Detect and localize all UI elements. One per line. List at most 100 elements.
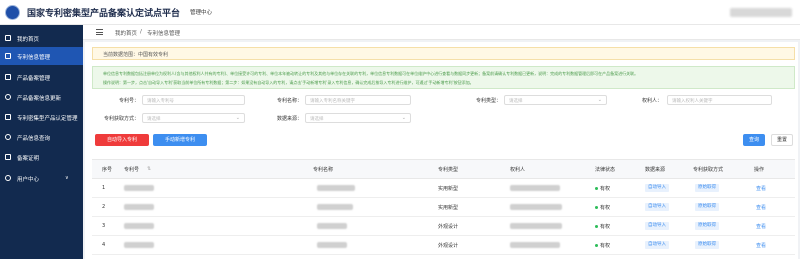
redacted-patent-name xyxy=(317,223,347,229)
status-dot-icon xyxy=(595,206,598,209)
sidebar-item-user-center[interactable]: 用户中心 ∨ xyxy=(0,169,83,187)
logo xyxy=(5,5,20,20)
sidebar-item-label: 用户中心 xyxy=(17,177,40,183)
row-type: 外观设计 xyxy=(438,224,459,230)
chevron-down-icon: ∨ xyxy=(65,175,69,181)
manual-add-button[interactable]: 手动新增专利 xyxy=(153,134,207,146)
row-index: 1 xyxy=(102,185,106,191)
instruction-line-2: 操作说明：第一步，点击'自动导入专利'获取当前单位所有专利数据；第二步：如果没有… xyxy=(103,80,474,85)
acquire-method-placeholder: 请选择 xyxy=(147,117,161,122)
table-row: 1 实用新型 有权 自动导入 原始取得 查看 xyxy=(92,179,795,198)
refresh-icon xyxy=(5,94,11,100)
breadcrumb-current: 专利信息管理 xyxy=(147,31,181,37)
home-icon xyxy=(5,35,11,41)
redacted-owner xyxy=(510,242,560,248)
app-title: 国家专利密集型产品备案认定试点平台 xyxy=(27,9,181,19)
owner-input[interactable]: 请输入权利人关键字 xyxy=(667,95,772,105)
sidebar-item-filing-update[interactable]: 产品备案信息更新 xyxy=(0,88,83,106)
view-link[interactable]: 查看 xyxy=(756,204,766,211)
patent-no-input[interactable]: 请输入专利号 xyxy=(142,95,245,105)
owner-label: 权利人： xyxy=(641,98,662,104)
status-dot-icon xyxy=(595,187,598,190)
th-patent-name: 专利名称 xyxy=(313,167,334,173)
row-type: 外观设计 xyxy=(438,243,459,249)
row-status: 有权 xyxy=(595,185,610,192)
data-source-select[interactable]: 请选择 ⌄ xyxy=(305,113,411,123)
view-link[interactable]: 查看 xyxy=(756,185,766,192)
th-actions: 操作 xyxy=(754,167,765,173)
sidebar-item-product-filing[interactable]: 产品备案管理 xyxy=(0,68,83,86)
table-row: 3 外观设计 有权 自动导入 原始取得 查看 xyxy=(92,217,795,236)
row-source-tag: 自动导入 xyxy=(645,241,669,249)
reset-button[interactable]: 重置 xyxy=(771,134,793,146)
row-status-text: 有权 xyxy=(600,224,611,230)
instruction-line-1: 单位信息专利数据包括注册单位为权利人(含与其他权利人共有的专利)、单位接受许可的… xyxy=(103,71,639,76)
patent-type-select[interactable]: 请选择 ⌄ xyxy=(504,95,607,105)
patent-name-label: 专利名称： xyxy=(276,98,302,104)
auto-import-button[interactable]: 自动导入专利 xyxy=(95,134,149,146)
sidebar-item-label: 产品备案管理 xyxy=(17,76,51,82)
data-scope-notice: 当前数据范围：中国有效专利 xyxy=(92,47,795,60)
redacted-owner xyxy=(510,204,562,210)
acquire-method-label: 专利获取方式： xyxy=(103,116,139,122)
th-owner: 权利人 xyxy=(510,167,526,173)
view-link[interactable]: 查看 xyxy=(756,242,766,249)
chevron-down-icon: ⌄ xyxy=(597,97,602,103)
status-dot-icon xyxy=(595,244,598,247)
sidebar-item-filing-proof[interactable]: 备案证明 xyxy=(0,148,83,166)
data-source-placeholder: 请选择 xyxy=(310,117,324,122)
th-index: 序号 xyxy=(102,167,113,173)
sidebar-item-identification[interactable]: 专利密集型产品认定管理 xyxy=(0,108,83,126)
sidebar-item-product-query[interactable]: 产品信息查询 xyxy=(0,128,83,146)
sidebar-item-label: 产品信息查询 xyxy=(17,136,51,142)
breadcrumb-home[interactable]: 我的首页 xyxy=(115,29,137,37)
patent-type-placeholder: 请选择 xyxy=(509,99,523,104)
stamp-icon xyxy=(5,154,11,160)
status-dot-icon xyxy=(595,225,598,228)
certificate-icon xyxy=(5,114,11,120)
table-header: 序号 专利号 ⇅ 专利名称 专利类型 权利人 法律状态 数据来源 专利获取方式 … xyxy=(92,159,795,179)
sort-icon[interactable]: ⇅ xyxy=(147,166,151,172)
redacted-patent-no xyxy=(124,242,154,248)
app-subtitle: 管理中心 xyxy=(190,10,213,16)
menu-toggle-icon[interactable] xyxy=(96,29,103,35)
data-source-label: 数据来源： xyxy=(276,116,302,122)
row-status: 有权 xyxy=(595,204,610,211)
redacted-owner xyxy=(510,223,562,229)
instructions-notice: 单位信息专利数据包括注册单位为权利人(含与其他权利人共有的专利)、单位接受许可的… xyxy=(92,66,795,89)
document-icon xyxy=(5,53,11,59)
breadcrumb-separator: / xyxy=(140,29,142,35)
user-icon xyxy=(5,175,11,181)
redacted-patent-name xyxy=(317,242,347,248)
data-scope-text: 当前数据范围：中国有效专利 xyxy=(103,52,169,58)
top-bar: 国家专利密集型产品备案认定试点平台 管理中心 xyxy=(0,0,800,25)
th-data-source: 数据来源 xyxy=(645,167,666,173)
redacted-owner xyxy=(510,185,560,191)
sidebar-item-label: 产品备案信息更新 xyxy=(17,96,62,102)
sidebar-item-label: 专利信息管理 xyxy=(17,55,51,61)
view-link[interactable]: 查看 xyxy=(756,223,766,230)
table-row: 4 外观设计 有权 自动导入 原始取得 查看 xyxy=(92,236,795,255)
row-method-tag: 原始取得 xyxy=(695,222,719,230)
patent-type-label: 专利类型： xyxy=(475,98,501,104)
reset-label: 重置 xyxy=(776,137,787,143)
redacted-patent-name xyxy=(317,185,355,191)
patent-name-input[interactable]: 请输入专利名称关键字 xyxy=(305,95,411,105)
search-label: 查询 xyxy=(748,137,759,143)
sidebar: 我的首页 专利信息管理 产品备案管理 产品备案信息更新 专利密集型产品认定管理 … xyxy=(0,25,83,259)
breadcrumb-bar: 我的首页 / 专利信息管理 xyxy=(83,25,800,40)
th-acquire-method: 专利获取方式 xyxy=(693,167,724,173)
sidebar-item-home[interactable]: 我的首页 xyxy=(0,29,83,47)
row-source-tag: 自动导入 xyxy=(645,203,669,211)
row-index: 2 xyxy=(102,204,106,210)
acquire-method-select[interactable]: 请选择 ⌄ xyxy=(142,113,245,123)
th-legal-status: 法律状态 xyxy=(595,167,616,173)
row-method-tag: 原始取得 xyxy=(695,241,719,249)
sidebar-item-label: 我的首页 xyxy=(17,37,40,43)
row-type: 实用新型 xyxy=(438,186,459,192)
sidebar-item-label: 专利密集型产品认定管理 xyxy=(17,116,78,122)
sidebar-item-patent-info[interactable]: 专利信息管理 xyxy=(0,47,83,65)
th-patent-no: 专利号 xyxy=(124,167,140,173)
user-info[interactable] xyxy=(730,8,792,17)
search-button[interactable]: 查询 xyxy=(743,134,765,146)
